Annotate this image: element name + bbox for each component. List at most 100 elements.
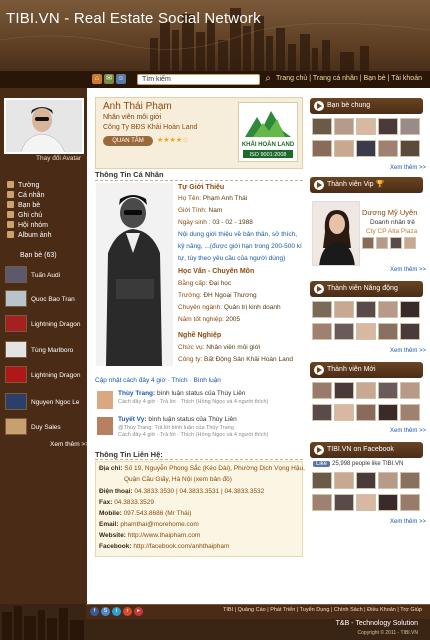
- member-thumb[interactable]: [400, 382, 420, 399]
- member-thumb[interactable]: [312, 494, 332, 511]
- member-thumb[interactable]: [334, 323, 354, 340]
- activity-user-link[interactable]: Tuyết Vy:: [118, 416, 147, 423]
- nav-home[interactable]: Trang chủ: [276, 75, 307, 82]
- youtube-icon[interactable]: ▸: [134, 607, 143, 616]
- member-thumb[interactable]: [334, 494, 354, 511]
- profile-company[interactable]: Công Ty BĐS Khải Hoàn Land: [103, 124, 197, 131]
- update-bar[interactable]: Cập nhật cách đây 4 giờ · Thích · Bình l…: [95, 377, 221, 384]
- member-thumb[interactable]: [356, 118, 376, 135]
- member-thumb[interactable]: [356, 140, 376, 157]
- member-thumb[interactable]: [378, 140, 398, 157]
- common-more-link[interactable]: Xem thêm >>: [390, 165, 426, 171]
- friend-item[interactable]: Quoc Bao Tran: [5, 290, 83, 310]
- member-thumb[interactable]: [334, 118, 354, 135]
- friend-item[interactable]: Tùng Marlboro: [5, 341, 83, 361]
- member-thumb[interactable]: [356, 494, 376, 511]
- member-thumb[interactable]: [334, 140, 354, 157]
- facebook-icon[interactable]: f: [90, 607, 99, 616]
- twitter-icon[interactable]: t: [112, 607, 121, 616]
- friend-item[interactable]: Nguyen Ngoc Le: [5, 393, 83, 413]
- member-thumb[interactable]: [312, 404, 332, 421]
- member-thumb[interactable]: [312, 323, 332, 340]
- member-thumb[interactable]: [312, 472, 332, 489]
- left-nav-notes[interactable]: Ghi chú: [7, 211, 51, 221]
- vip-more-link[interactable]: Xem thêm >>: [390, 267, 426, 273]
- vip-name[interactable]: Dương Mỹ Uyên: [362, 208, 417, 217]
- info-major: Chuyên ngành: Quản trị kinh doanh: [178, 304, 281, 311]
- change-avatar-link[interactable]: Thay đổi Avatar: [36, 155, 81, 162]
- intro-text: Nội dung giới thiệu về bản thân, sở thíc…: [178, 231, 302, 262]
- member-thumb[interactable]: [378, 494, 398, 511]
- friend-request-icon[interactable]: ☺: [116, 74, 126, 84]
- avatar[interactable]: [4, 98, 84, 154]
- search-icon[interactable]: ⌕: [262, 73, 274, 85]
- member-thumb[interactable]: [334, 472, 354, 489]
- nav-profile[interactable]: Trang cá nhân: [313, 75, 358, 82]
- member-thumb[interactable]: [334, 404, 354, 421]
- facebook-more-link[interactable]: Xem thêm >>: [390, 519, 426, 525]
- member-thumb[interactable]: [356, 301, 376, 318]
- activity-meta[interactable]: Cách đây 4 giờ · Trả lời · Thích (Hồng N…: [118, 432, 268, 438]
- member-thumb[interactable]: [312, 382, 332, 399]
- member-thumb[interactable]: [378, 382, 398, 399]
- left-nav-wall[interactable]: Tường: [7, 181, 51, 191]
- friend-item[interactable]: Tuấn Audi: [5, 266, 83, 286]
- activity-meta[interactable]: Cách đây 4 giờ · Trả lời · Thích (Hồng N…: [118, 399, 268, 405]
- member-thumb[interactable]: [400, 472, 420, 489]
- friends-more-link[interactable]: Xem thêm >>: [50, 441, 89, 448]
- member-thumb[interactable]: [312, 140, 332, 157]
- message-icon[interactable]: ✉: [104, 74, 114, 84]
- member-thumb[interactable]: [400, 301, 420, 318]
- member-thumb[interactable]: [400, 494, 420, 511]
- member-thumb[interactable]: [312, 301, 332, 318]
- left-nav-albums[interactable]: Album ảnh: [7, 231, 51, 241]
- vip-photo[interactable]: [312, 201, 360, 266]
- friend-item[interactable]: Lightning Dragon: [5, 315, 83, 335]
- member-thumb[interactable]: [400, 323, 420, 340]
- contact-section-title: Thông Tin Liên Hệ:: [95, 450, 163, 459]
- footer-links[interactable]: TIBI | Quảng Cáo | Phát Triển | Tuyển Dụ…: [223, 607, 422, 613]
- footer-brand: T&B - Technology Solution: [335, 620, 418, 627]
- member-thumb[interactable]: [362, 237, 374, 249]
- member-thumb[interactable]: [378, 323, 398, 340]
- member-thumb[interactable]: [356, 472, 376, 489]
- site-title[interactable]: TIBI.VN - Real Estate Social Network: [6, 10, 261, 27]
- member-thumb[interactable]: [378, 404, 398, 421]
- user-avatar[interactable]: [97, 417, 113, 435]
- left-nav-groups[interactable]: Hội nhóm: [7, 221, 51, 231]
- nav-friends[interactable]: Bạn bè: [363, 75, 385, 82]
- member-thumb[interactable]: [356, 323, 376, 340]
- member-thumb[interactable]: [312, 118, 332, 135]
- member-thumb[interactable]: [378, 118, 398, 135]
- rss-icon[interactable]: r: [123, 607, 132, 616]
- member-thumb[interactable]: [334, 301, 354, 318]
- member-thumb[interactable]: [378, 472, 398, 489]
- member-thumb[interactable]: [356, 404, 376, 421]
- member-thumb[interactable]: [378, 301, 398, 318]
- member-thumb[interactable]: [404, 237, 416, 249]
- left-nav-friends[interactable]: Bạn bè: [7, 201, 51, 211]
- follow-button[interactable]: QUAN TÂM: [103, 136, 153, 146]
- facebook-like-button[interactable]: Like: [313, 461, 331, 467]
- activity-reply[interactable]: @Thùy Trang: Trả lời bình luận của Thùy …: [118, 425, 234, 431]
- member-thumb[interactable]: [400, 404, 420, 421]
- member-thumb[interactable]: [356, 382, 376, 399]
- user-avatar[interactable]: [97, 391, 113, 409]
- left-nav-personal[interactable]: Cá nhân: [7, 191, 51, 201]
- search-input[interactable]: Tìm kiếm: [137, 74, 260, 85]
- friend-item[interactable]: Duy Sales: [5, 418, 83, 438]
- skype-icon[interactable]: S: [101, 607, 110, 616]
- member-thumb[interactable]: [400, 140, 420, 157]
- info-name: Họ Tên: Phạm Anh Thái: [178, 195, 248, 202]
- vip-header: Thành viên Vip 🏆: [310, 177, 423, 193]
- activity-user-link[interactable]: Thùy Trang:: [118, 390, 155, 397]
- nav-account[interactable]: Tài khoản: [391, 75, 422, 82]
- member-thumb[interactable]: [334, 382, 354, 399]
- member-thumb[interactable]: [376, 237, 388, 249]
- home-icon[interactable]: ⌂: [92, 74, 102, 84]
- friend-item[interactable]: Lightning Dragon: [5, 366, 83, 386]
- member-thumb[interactable]: [400, 118, 420, 135]
- new-more-link[interactable]: Xem thêm >>: [390, 428, 426, 434]
- member-thumb[interactable]: [390, 237, 402, 249]
- active-more-link[interactable]: Xem thêm >>: [390, 348, 426, 354]
